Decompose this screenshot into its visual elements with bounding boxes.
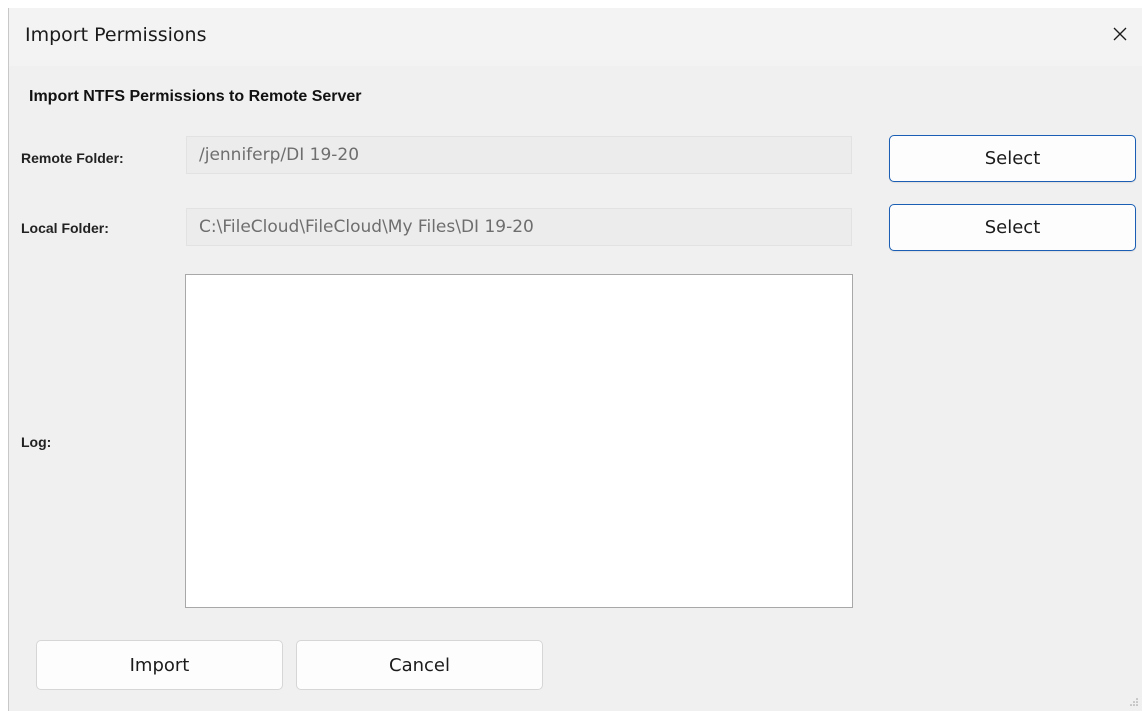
close-button[interactable]	[1097, 8, 1142, 60]
remote-folder-field[interactable]: /jenniferp/DI 19-20	[186, 136, 852, 174]
import-permissions-dialog: Import Permissions Import NTFS Permissio…	[8, 8, 1142, 711]
import-button[interactable]: Import	[36, 640, 283, 690]
select-remote-folder-button[interactable]: Select	[889, 135, 1136, 182]
close-icon	[1113, 27, 1127, 41]
title-bar: Import Permissions	[9, 8, 1142, 66]
log-textarea[interactable]	[185, 274, 853, 608]
local-folder-field[interactable]: C:\FileCloud\FileCloud\My Files\DI 19-20	[186, 208, 852, 246]
log-label: Log:	[21, 434, 52, 450]
dialog-heading: Import NTFS Permissions to Remote Server	[29, 88, 362, 105]
select-local-folder-button[interactable]: Select	[889, 204, 1136, 251]
resize-grip-icon[interactable]	[1129, 697, 1139, 707]
screen: Import Permissions Import NTFS Permissio…	[0, 0, 1142, 711]
cancel-button[interactable]: Cancel	[296, 640, 543, 690]
remote-folder-label: Remote Folder:	[21, 150, 124, 166]
local-folder-label: Local Folder:	[21, 220, 109, 236]
window-title: Import Permissions	[25, 24, 207, 46]
